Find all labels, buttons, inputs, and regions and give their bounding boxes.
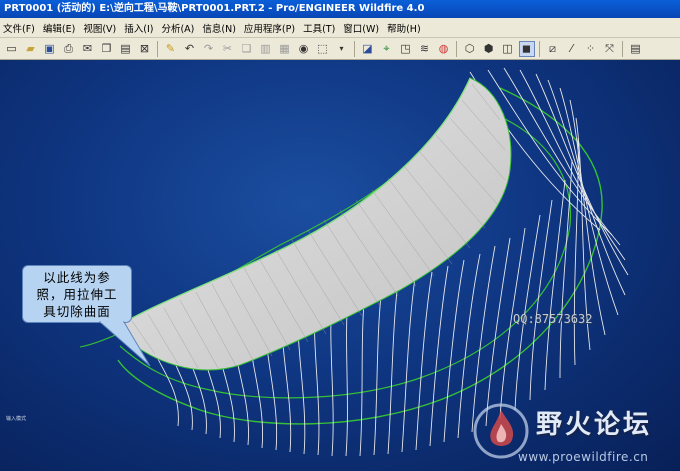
menu-view[interactable]: 视图(V) [80, 21, 121, 35]
menu-help[interactable]: 帮助(H) [384, 21, 426, 35]
axis-display-icon[interactable]: ⁄ [564, 41, 580, 57]
save-view-icon[interactable]: ▤ [628, 41, 644, 57]
print-icon[interactable]: ⎙ [61, 41, 77, 57]
wireframe-icon[interactable]: ⬡ [462, 41, 478, 57]
watermark-url: www.proewildfire.cn [518, 450, 649, 464]
csys-display-icon[interactable]: ⤧ [602, 41, 618, 57]
qq-watermark-text: QQ:87573632 [513, 312, 593, 326]
toolbar-divider [456, 40, 457, 57]
datum-icon[interactable]: ◳ [398, 41, 414, 57]
menu-applications[interactable]: 应用程序(P) [241, 21, 300, 35]
shading-icon[interactable]: ◼ [518, 40, 535, 57]
menu-window[interactable]: 窗口(W) [340, 21, 384, 35]
display-icon[interactable]: ⌖ [379, 41, 395, 57]
copy2-icon[interactable]: ❏ [239, 41, 255, 57]
appearance-icon[interactable]: ◍ [436, 41, 452, 57]
hidden-line-icon[interactable]: ⬢ [481, 41, 497, 57]
menu-tools[interactable]: 工具(T) [300, 21, 340, 35]
menu-file[interactable]: 文件(F) [0, 21, 40, 35]
callout-line-1: 以此线为参 [43, 270, 111, 285]
menu-edit[interactable]: 编辑(E) [40, 21, 80, 35]
find-icon[interactable]: ◉ [296, 41, 312, 57]
menu-insert[interactable]: 插入(I) [121, 21, 158, 35]
no-hidden-icon[interactable]: ◫ [500, 41, 516, 57]
window-title: PRT0001 (活动的) E:\逆向工程\马鞍\PRT0001.PRT.2 -… [0, 0, 680, 18]
model-tree-icon[interactable]: ◪ [360, 41, 376, 57]
paste-icon[interactable]: ▤ [118, 41, 134, 57]
plane-display-icon[interactable]: ⧄ [545, 41, 561, 57]
forum-watermark: 野火论坛 www.proewildfire.cn [470, 400, 680, 471]
cut-icon[interactable]: ✂ [220, 41, 236, 57]
toolbar-divider [354, 40, 355, 57]
annotation-callout: 以此线为参 照，用拉伸工 具切除曲面 [22, 265, 132, 323]
open-icon[interactable]: ▰ [23, 41, 39, 57]
toolbar-divider [157, 40, 158, 57]
main-toolbar: ▭ ▰ ▣ ⎙ ✉ ❐ ▤ ⊠ ✎ ↶ ↷ ✂ ❏ ▥ ▦ ◉ ⬚ ▾ ◪ ⌖ … [0, 38, 680, 60]
callout-line-3: 具切除曲面 [43, 304, 111, 319]
redo-icon[interactable]: ↷ [201, 41, 217, 57]
select-box-icon[interactable]: ⬚ [315, 41, 331, 57]
regenerate-icon[interactable]: ✎ [163, 41, 179, 57]
menu-info[interactable]: 信息(N) [199, 21, 241, 35]
close-icon[interactable]: ⊠ [137, 41, 153, 57]
callout-line-2: 照，用拉伸工 [36, 287, 118, 302]
toolbar-divider [539, 40, 540, 57]
dropdown-icon[interactable]: ▾ [334, 41, 350, 57]
save-icon[interactable]: ▣ [42, 41, 58, 57]
menu-bar: 文件(F) 编辑(E) 视图(V) 插入(I) 分析(A) 信息(N) 应用程序… [0, 18, 680, 38]
status-hint: 输入模式 [6, 416, 27, 422]
toolbar-divider [622, 40, 623, 57]
graphics-viewport[interactable]: 以此线为参 照，用拉伸工 具切除曲面 QQ:87573632 输入模式 野火论坛… [0, 60, 680, 471]
point-display-icon[interactable]: ⁘ [583, 41, 599, 57]
menu-analysis[interactable]: 分析(A) [158, 21, 199, 35]
paste2-icon[interactable]: ▥ [258, 41, 274, 57]
watermark-title: 野火论坛 [536, 410, 653, 440]
send-icon[interactable]: ✉ [80, 41, 96, 57]
new-icon[interactable]: ▭ [4, 41, 20, 57]
layers-icon[interactable]: ≋ [417, 41, 433, 57]
copy-icon[interactable]: ❐ [99, 41, 115, 57]
paste-special-icon[interactable]: ▦ [277, 41, 293, 57]
undo-icon[interactable]: ↶ [182, 41, 198, 57]
